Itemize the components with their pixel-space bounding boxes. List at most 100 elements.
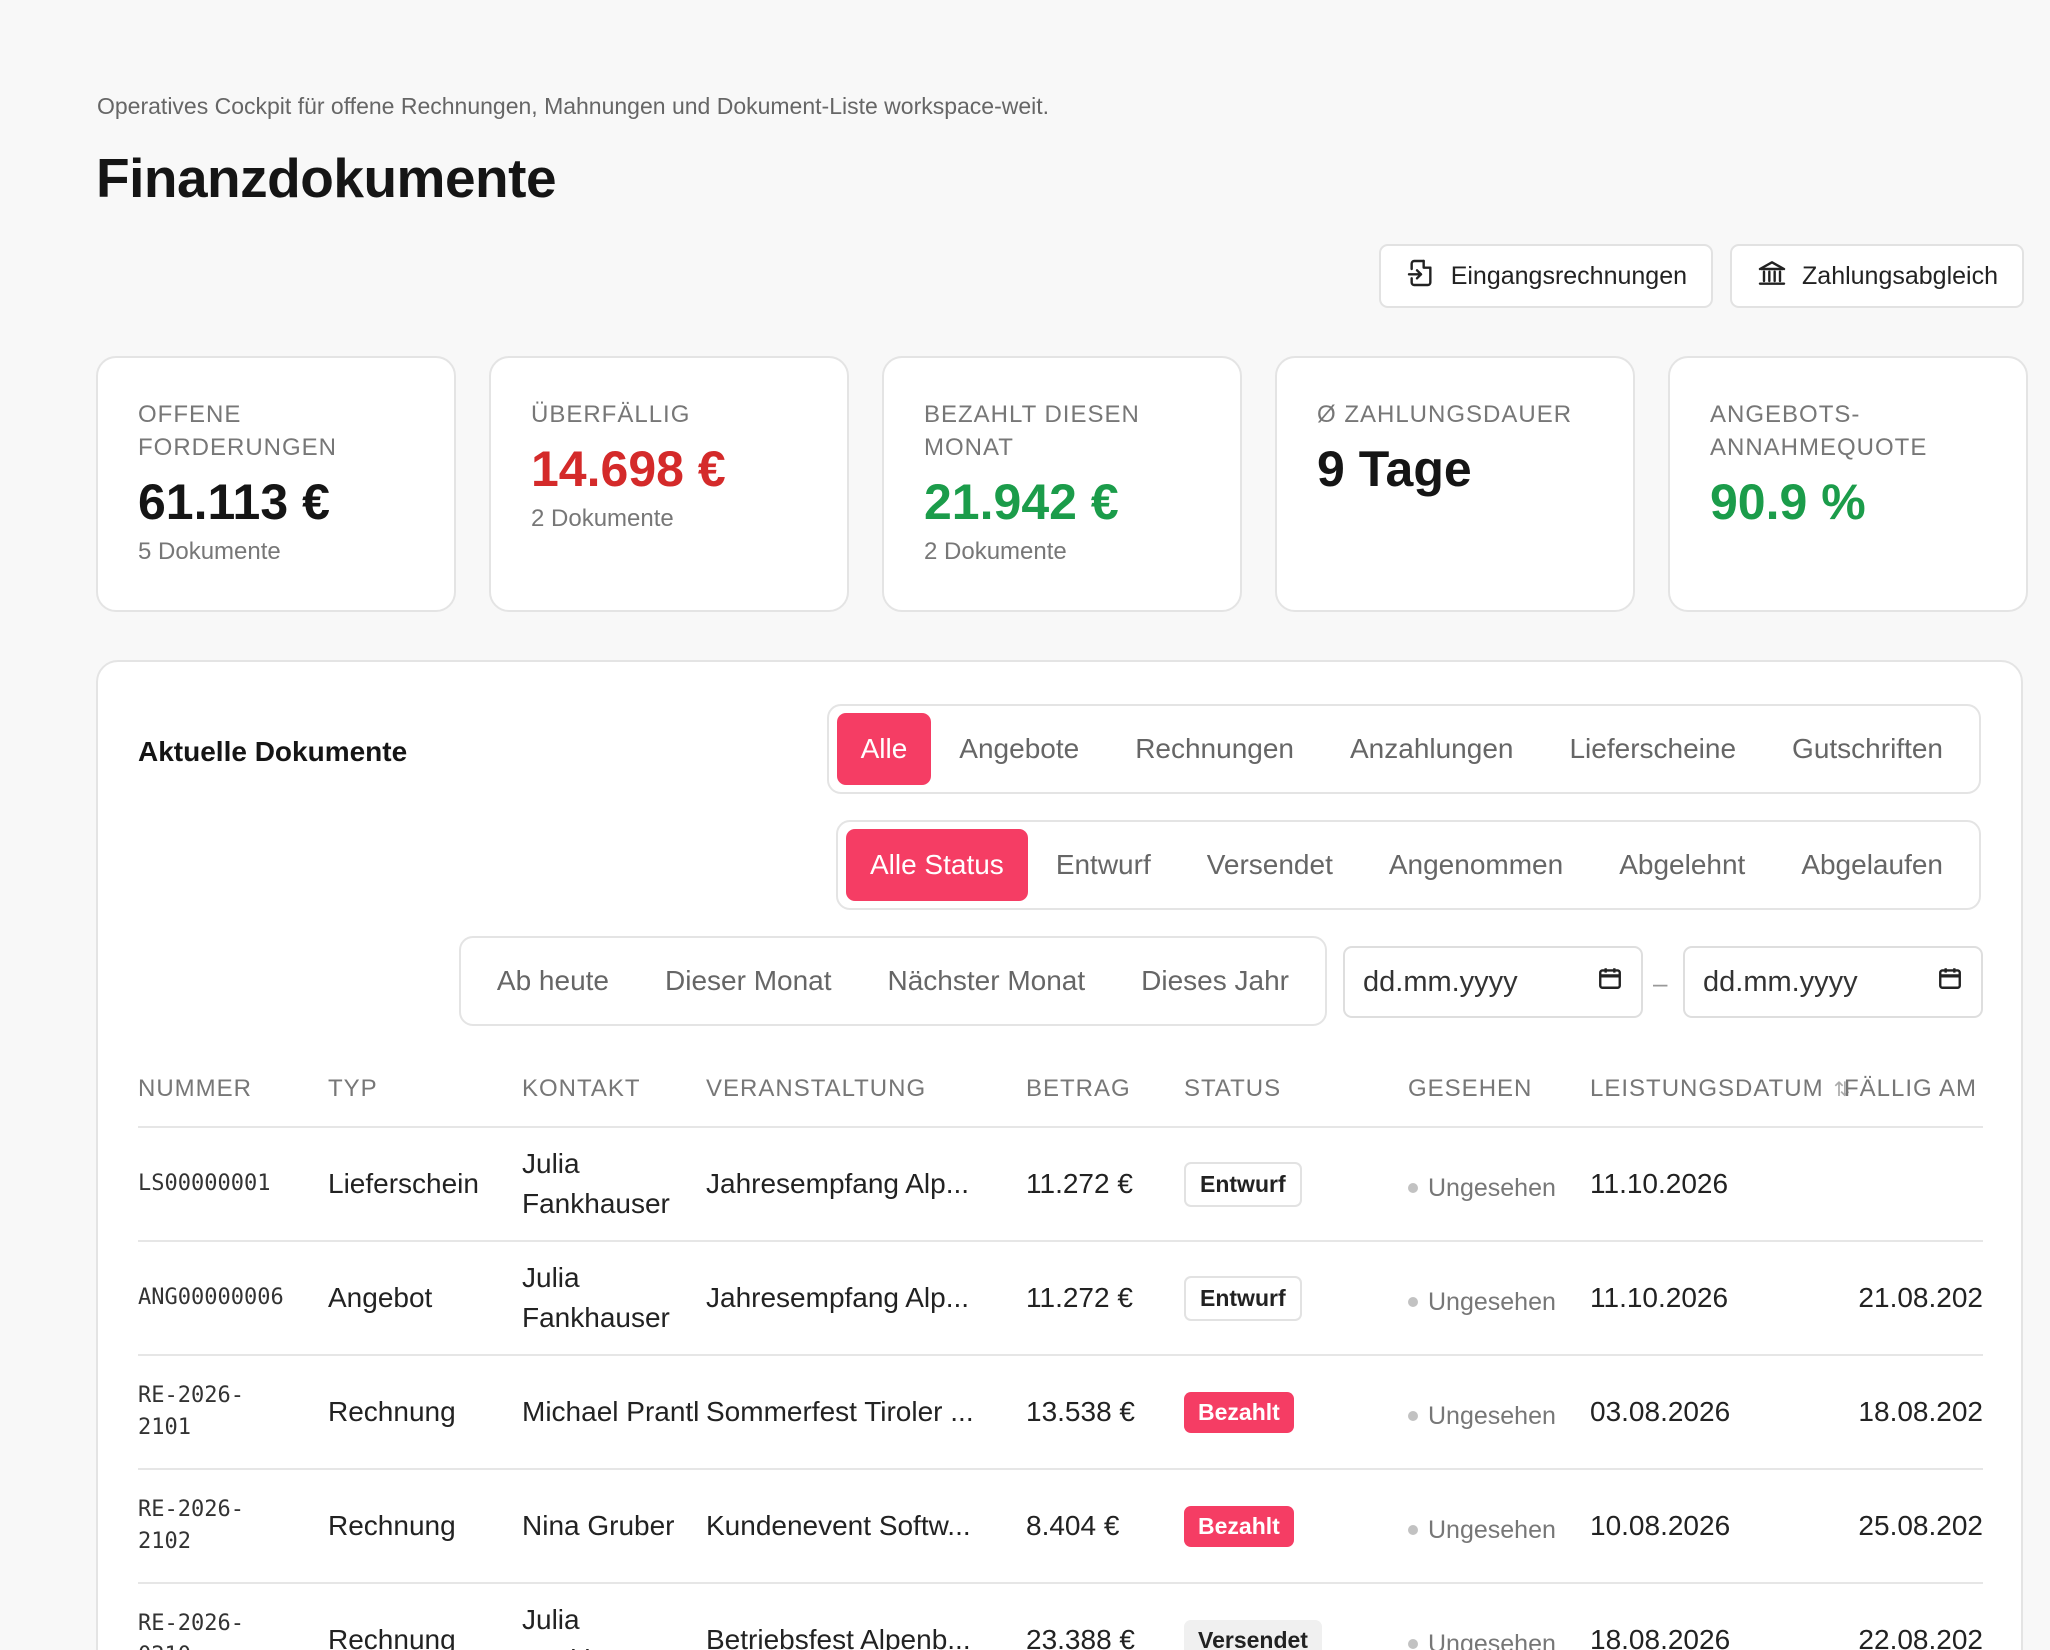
bank-icon (1756, 257, 1788, 296)
kpi-sub: 5 Dokumente (138, 538, 281, 565)
doc-type: Rechnung (328, 1396, 456, 1427)
incoming-invoices-label: Eingangsrechnungen (1450, 261, 1688, 290)
kpi-sub: 2 Dokumente (924, 538, 1067, 565)
filter-type-quotes[interactable]: Angebote (931, 713, 1107, 785)
filter-type-deposits[interactable]: Anzahlungen (1322, 713, 1541, 785)
doc-contact: Julia Fankhauser (522, 1262, 670, 1333)
kpi-label: Offene Forderungen (138, 401, 338, 461)
filter-type-delivery-notes[interactable]: Lieferscheine (1541, 713, 1764, 785)
doc-due-date: 18.08.202 (1858, 1396, 1983, 1427)
filter-date-this-month[interactable]: Dieser Monat (637, 945, 860, 1017)
kpi-value: 14.698 € (531, 441, 726, 497)
doc-number[interactable]: RE-2026-0210 (138, 1608, 258, 1650)
table-row[interactable]: LS00000001 Lieferschein Julia Fankhauser… (138, 1128, 1983, 1242)
table-row[interactable]: RE-2026-2101 Rechnung Michael Prantl Som… (138, 1356, 1983, 1470)
seen-indicator: Ungesehen (1408, 1288, 1590, 1317)
date-filter-group: Ab heute Dieser Monat Nächster Monat Die… (458, 936, 1327, 1026)
filter-date-this-year[interactable]: Dieses Jahr (1113, 945, 1317, 1017)
doc-amount: 11.272 € (1026, 1168, 1133, 1199)
doc-service-date: 11.10.2026 (1590, 1282, 1729, 1313)
col-type[interactable]: Typ (328, 1075, 522, 1103)
doc-number[interactable]: LS00000001 (138, 1168, 270, 1200)
date-from-placeholder: dd.mm.yyyy (1363, 965, 1518, 998)
doc-due-date: 21.08.202 (1858, 1282, 1983, 1313)
table-header: Nummer Typ Kontakt Veranstaltung Betrag … (138, 1052, 1983, 1128)
filter-type-invoices[interactable]: Rechnungen (1107, 713, 1322, 785)
doc-contact: Nina Gruber (522, 1510, 675, 1541)
doc-number[interactable]: RE-2026-2102 (138, 1494, 258, 1558)
doc-event: Betriebsfest Alpenb... (706, 1624, 971, 1650)
status-badge: Entwurf (1184, 1161, 1302, 1207)
type-filter-group: Alle Angebote Rechnungen Anzahlungen Lie… (826, 704, 1981, 794)
filter-status-expired[interactable]: Abgelaufen (1773, 829, 1971, 901)
col-status[interactable]: Status (1184, 1075, 1408, 1103)
kpi-value: 61.113 € (138, 474, 330, 530)
page-title: Finanzdokumente (96, 147, 557, 209)
seen-dot-icon (1408, 1525, 1418, 1535)
doc-contact: Julia Fankhauser (522, 1148, 670, 1219)
filter-status-sent[interactable]: Versendet (1179, 829, 1361, 901)
seen-indicator: Ungesehen (1408, 1174, 1590, 1203)
doc-amount: 8.404 € (1026, 1510, 1120, 1541)
filter-date-next-month[interactable]: Nächster Monat (860, 945, 1114, 1017)
kpi-value: 90.9 % (1710, 474, 1866, 530)
table-row[interactable]: RE-2026-0210 Rechnung Julia Fankhauser B… (138, 1584, 1983, 1650)
payment-reconcile-button[interactable]: Zahlungsabgleich (1730, 244, 2024, 308)
doc-type: Lieferschein (328, 1168, 479, 1199)
kpi-label: Ø Zahlungsdauer (1317, 401, 1573, 428)
calendar-icon[interactable] (1937, 965, 1963, 999)
col-seen[interactable]: Gesehen (1408, 1075, 1590, 1103)
kpi-label: Angebots-Annahmequote (1710, 401, 1928, 461)
doc-amount: 23.388 € (1026, 1624, 1135, 1650)
col-service-date[interactable]: Leistungsdatum ⇅ (1590, 1075, 1850, 1103)
filter-type-credit-notes[interactable]: Gutschriften (1764, 713, 1971, 785)
filter-status-all[interactable]: Alle Status (845, 829, 1028, 901)
file-import-icon (1405, 257, 1437, 296)
top-actions: Eingangsrechnungen Zahlungsabgleich (1378, 244, 2024, 308)
incoming-invoices-button[interactable]: Eingangsrechnungen (1378, 244, 1714, 308)
calendar-icon[interactable] (1597, 965, 1623, 999)
col-number[interactable]: Nummer (138, 1075, 328, 1103)
filter-date-from-today[interactable]: Ab heute (469, 945, 637, 1017)
doc-amount: 11.272 € (1026, 1282, 1133, 1313)
doc-due-date: 25.08.202 (1858, 1510, 1983, 1541)
status-badge: Entwurf (1184, 1275, 1302, 1321)
doc-service-date: 18.08.2026 (1590, 1624, 1731, 1650)
doc-number[interactable]: ANG00000006 (138, 1282, 284, 1314)
date-to-input[interactable]: dd.mm.yyyy (1683, 946, 1983, 1018)
kpi-row: Offene Forderungen 61.113 € 5 Dokumente … (96, 356, 2028, 612)
doc-number[interactable]: RE-2026-2101 (138, 1380, 258, 1444)
table-row[interactable]: RE-2026-2102 Rechnung Nina Gruber Kunden… (138, 1470, 1983, 1584)
filter-status-accepted[interactable]: Angenommen (1361, 829, 1591, 901)
kpi-card-payment-duration: Ø Zahlungsdauer 9 Tage (1275, 356, 1635, 612)
payment-reconcile-label: Zahlungsabgleich (1802, 261, 1998, 290)
seen-dot-icon (1408, 1639, 1418, 1649)
seen-dot-icon (1408, 1411, 1418, 1421)
date-to-placeholder: dd.mm.yyyy (1703, 965, 1858, 998)
seen-dot-icon (1408, 1297, 1418, 1307)
table-row[interactable]: ANG00000006 Angebot Julia Fankhauser Jah… (138, 1242, 1983, 1356)
col-amount[interactable]: Betrag (1026, 1075, 1184, 1103)
doc-type: Angebot (328, 1282, 433, 1313)
status-badge: Versendet (1184, 1619, 1322, 1650)
seen-dot-icon (1408, 1183, 1418, 1193)
col-due-date[interactable]: Fällig am (1844, 1075, 1983, 1103)
date-range-separator: – (1653, 968, 1668, 998)
page-subtitle: Operatives Cockpit für offene Rechnungen… (97, 93, 1050, 119)
filter-type-all[interactable]: Alle (836, 713, 932, 785)
kpi-value: 21.942 € (924, 474, 1119, 530)
panel-title: Aktuelle Dokumente (138, 736, 408, 767)
doc-event: Jahresempfang Alp... (706, 1282, 970, 1313)
filter-status-draft[interactable]: Entwurf (1028, 829, 1179, 901)
status-filter-group: Alle Status Entwurf Versendet Angenommen… (835, 820, 1981, 910)
date-from-input[interactable]: dd.mm.yyyy (1343, 946, 1643, 1018)
kpi-card-open: Offene Forderungen 61.113 € 5 Dokumente (96, 356, 456, 612)
col-event[interactable]: Veranstaltung (706, 1075, 1026, 1103)
status-badge: Bezahlt (1184, 1505, 1294, 1547)
kpi-sub: 2 Dokumente (531, 505, 674, 532)
doc-contact: Julia Fankhauser (522, 1604, 670, 1650)
filter-status-declined[interactable]: Abgelehnt (1591, 829, 1773, 901)
col-contact[interactable]: Kontakt (522, 1075, 706, 1103)
documents-table: Nummer Typ Kontakt Veranstaltung Betrag … (138, 1052, 1983, 1650)
seen-indicator: Ungesehen (1408, 1516, 1590, 1545)
